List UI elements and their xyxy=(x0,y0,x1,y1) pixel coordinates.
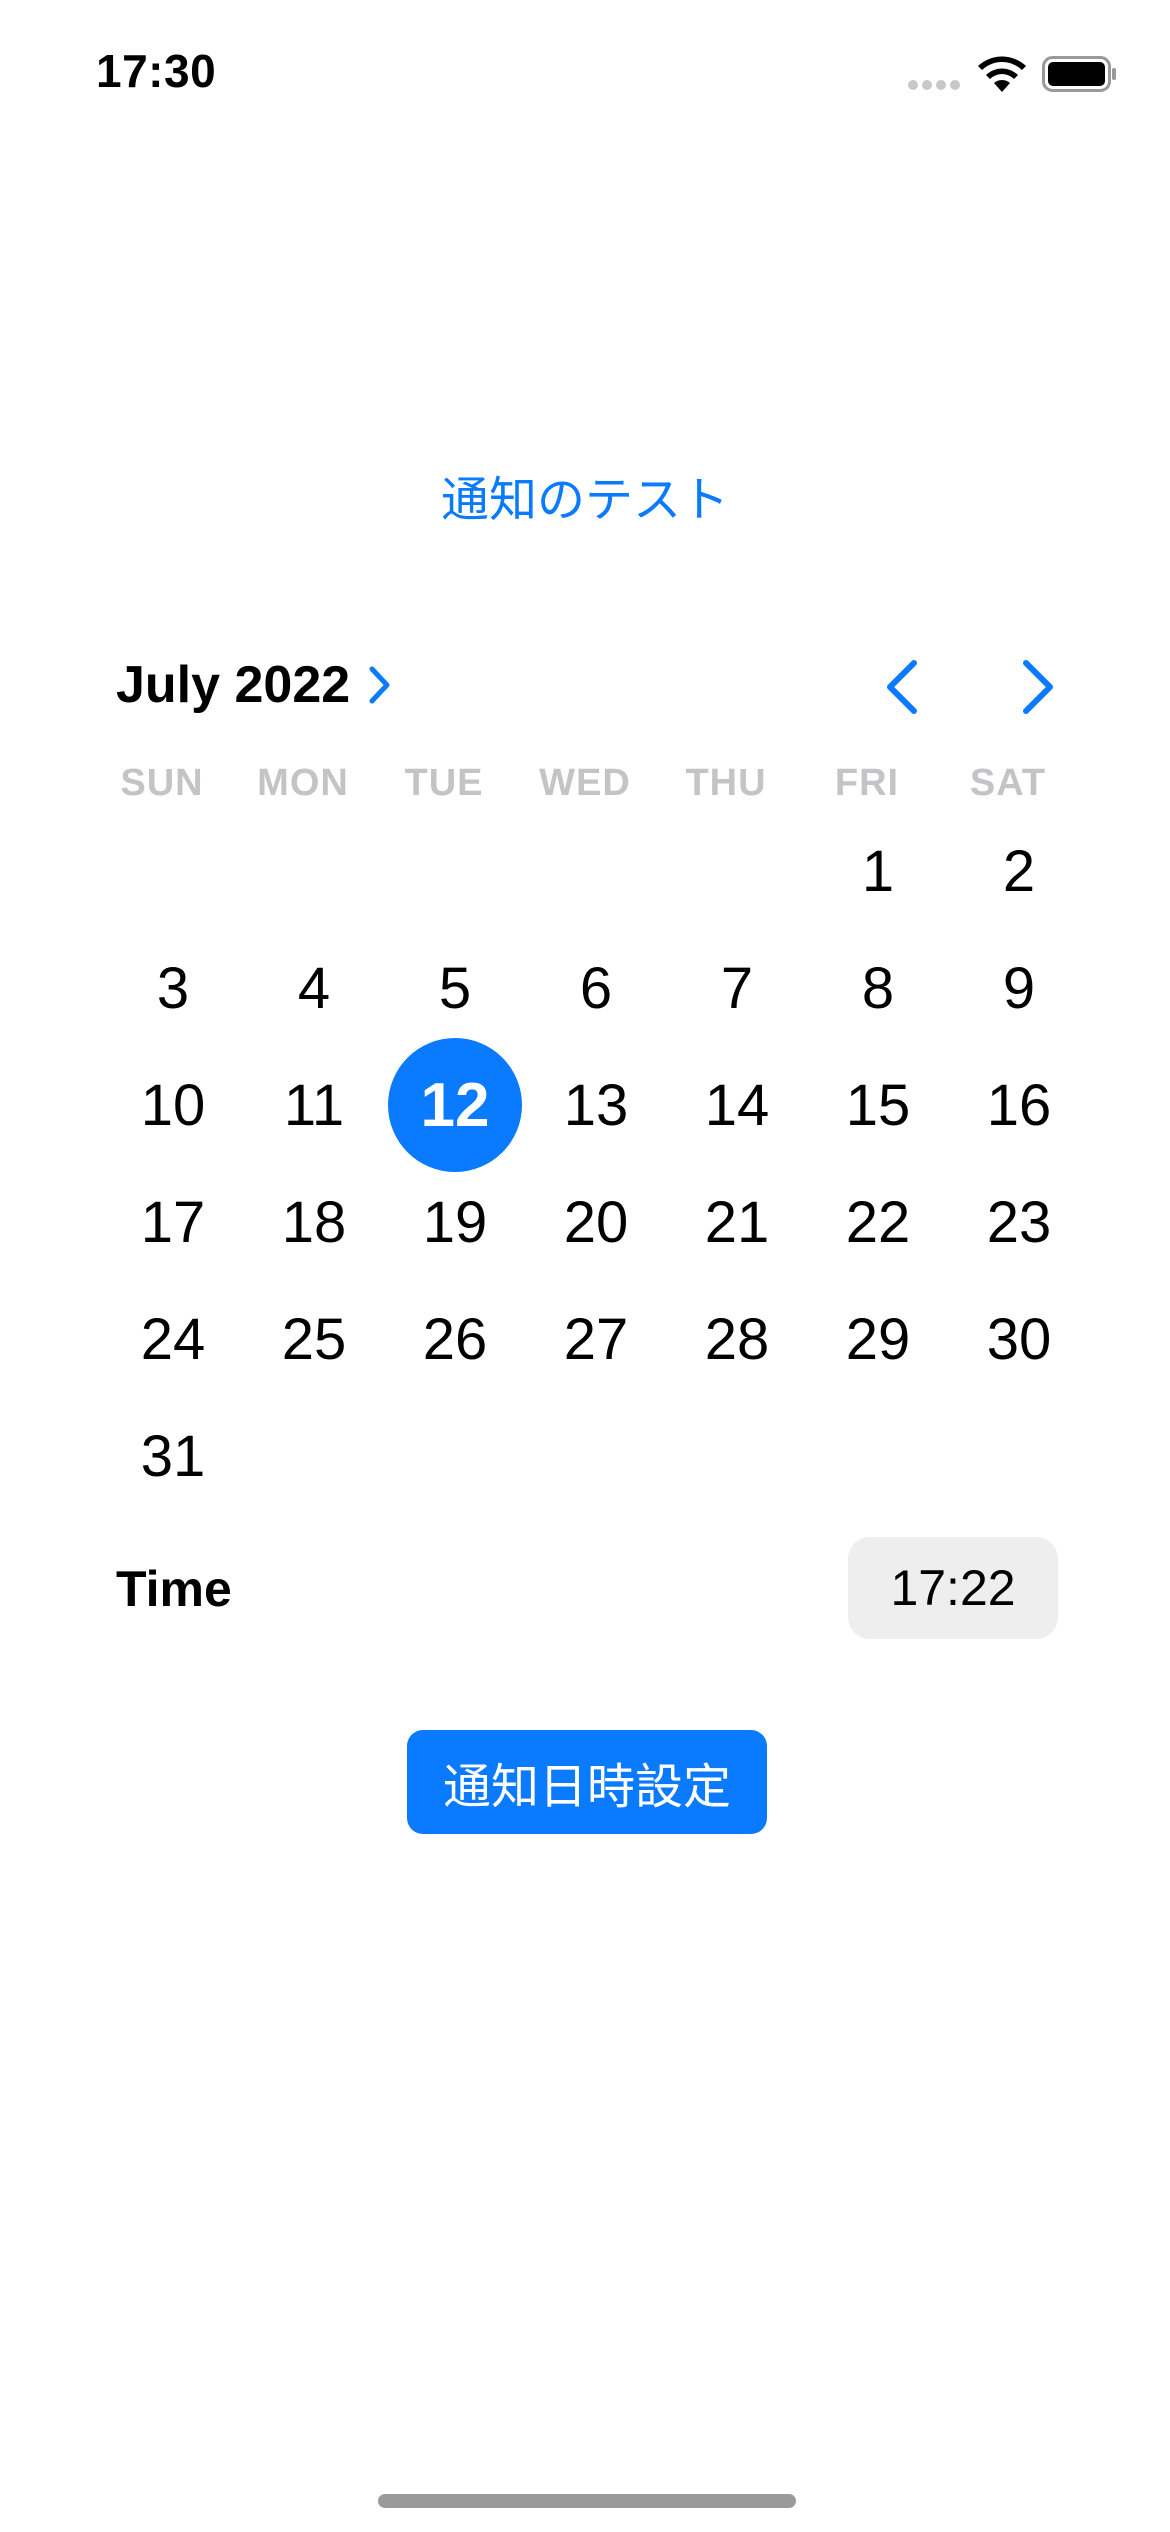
calendar-day[interactable]: 17 xyxy=(106,1155,240,1289)
weekday-label: FRI xyxy=(834,762,900,804)
weekday-label: SUN xyxy=(120,762,204,804)
calendar-day[interactable]: 11 xyxy=(247,1038,381,1172)
calendar-day[interactable]: 23 xyxy=(952,1155,1086,1289)
calendar-day[interactable]: 2 xyxy=(952,804,1086,938)
weekday-label: TUE xyxy=(404,762,484,804)
calendar-day[interactable]: 14 xyxy=(670,1038,804,1172)
wifi-icon xyxy=(978,56,1026,92)
calendar-day[interactable]: 24 xyxy=(106,1272,240,1406)
calendar-day[interactable]: 13 xyxy=(529,1038,663,1172)
calendar-day[interactable]: 30 xyxy=(952,1272,1086,1406)
calendar-day[interactable]: 20 xyxy=(529,1155,663,1289)
home-indicator[interactable] xyxy=(378,2494,796,2508)
next-month-button[interactable] xyxy=(1008,655,1068,719)
calendar-day[interactable]: 21 xyxy=(670,1155,804,1289)
weekday-label: THU xyxy=(685,762,767,804)
calendar-day[interactable]: 26 xyxy=(388,1272,522,1406)
time-label: Time xyxy=(116,1561,232,1617)
calendar-day[interactable]: 3 xyxy=(106,921,240,1055)
weekday-label: MON xyxy=(257,762,349,804)
weekday-label: SAT xyxy=(969,762,1047,804)
battery-icon xyxy=(1042,56,1116,92)
calendar-day[interactable]: 19 xyxy=(388,1155,522,1289)
month-year-picker-button[interactable]: July 2022 xyxy=(116,655,392,715)
calendar-day[interactable]: 27 xyxy=(529,1272,663,1406)
calendar-day[interactable]: 8 xyxy=(811,921,945,1055)
calendar-day-selected[interactable]: 12 xyxy=(388,1038,522,1172)
calendar-day[interactable]: 1 xyxy=(811,804,945,938)
calendar-day[interactable]: 28 xyxy=(670,1272,804,1406)
cellular-signal-icon xyxy=(908,80,960,90)
chevron-right-icon xyxy=(1023,660,1053,714)
calendar-day[interactable]: 4 xyxy=(247,921,381,1055)
calendar-day[interactable]: 18 xyxy=(247,1155,381,1289)
set-notification-datetime-button[interactable]: 通知日時設定 xyxy=(407,1730,767,1834)
time-picker-button[interactable]: 17:22 xyxy=(848,1537,1058,1639)
calendar-day[interactable]: 31 xyxy=(106,1389,240,1523)
weekday-label: WED xyxy=(539,762,631,804)
calendar-day[interactable]: 29 xyxy=(811,1272,945,1406)
status-bar: 17:30 xyxy=(0,0,1170,150)
previous-month-button[interactable] xyxy=(872,655,932,719)
calendar-day[interactable]: 6 xyxy=(529,921,663,1055)
calendar-day[interactable]: 25 xyxy=(247,1272,381,1406)
notification-test-link[interactable]: 通知のテスト xyxy=(0,460,1170,530)
calendar-day[interactable]: 7 xyxy=(670,921,804,1055)
calendar-day[interactable]: 5 xyxy=(388,921,522,1055)
calendar-day[interactable]: 15 xyxy=(811,1038,945,1172)
calendar-day[interactable]: 16 xyxy=(952,1038,1086,1172)
calendar-day[interactable]: 10 xyxy=(106,1038,240,1172)
calendar-day[interactable]: 9 xyxy=(952,921,1086,1055)
calendar-day[interactable]: 22 xyxy=(811,1155,945,1289)
chevron-left-icon xyxy=(887,660,917,714)
chevron-right-icon xyxy=(369,666,390,704)
status-time: 17:30 xyxy=(96,45,217,97)
month-year-label: July 2022 xyxy=(116,656,351,714)
